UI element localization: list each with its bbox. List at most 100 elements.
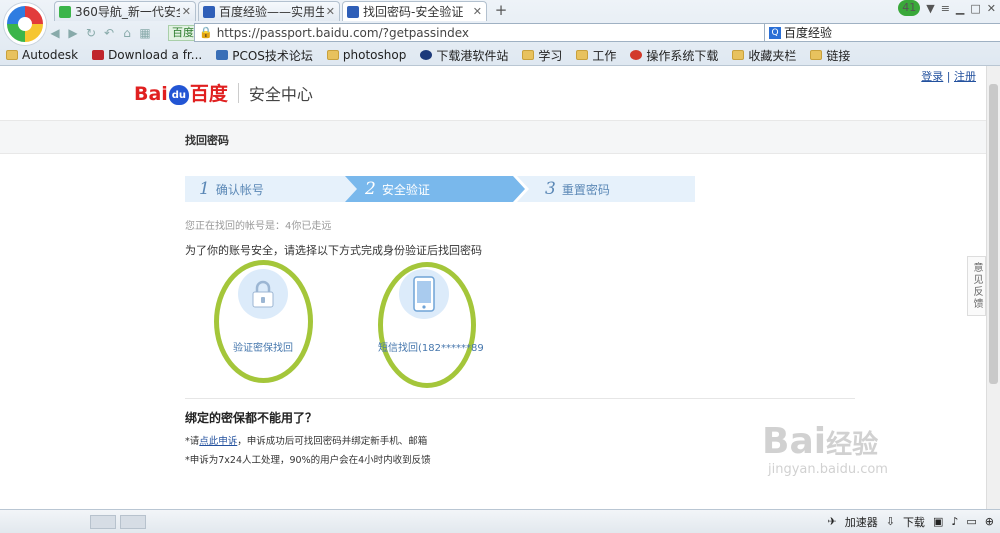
baidu-logo[interactable]: Bai du 百度 [134, 79, 228, 107]
search-box[interactable]: Q 百度经验 [764, 23, 1000, 42]
login-link[interactable]: 登录 [921, 70, 943, 83]
accelerator-button[interactable]: 加速器 [845, 514, 878, 530]
tab-find-password[interactable]: 找回密码-安全验证 ✕ [342, 1, 487, 21]
sound-icon[interactable]: ♪ [951, 515, 958, 528]
method-label[interactable]: 验证密保找回 [217, 339, 309, 354]
apps-icon[interactable]: ▦ [136, 26, 154, 40]
feedback-tab[interactable]: 意见反馈 [967, 256, 986, 316]
bookmark-links[interactable]: 链接 [810, 47, 850, 64]
window-icon[interactable]: ▭ [966, 515, 976, 528]
maximize-icon[interactable]: □ [970, 2, 980, 15]
refresh-icon[interactable]: ↻ [82, 26, 100, 40]
tab-favicon-icon [347, 5, 359, 18]
bookmark-label: photoshop [342, 48, 407, 62]
url-text[interactable]: https://passport.baidu.com/?getpassindex [217, 26, 758, 40]
bookmark-label: Autodesk [22, 48, 79, 62]
lock-icon: 🔒 [199, 26, 213, 39]
search-input[interactable]: 百度经验 [784, 24, 832, 41]
brand-divider [237, 83, 239, 103]
minimize-icon[interactable]: ▁ [956, 2, 964, 15]
bookmark-label: Download a fr... [108, 48, 203, 62]
step-reset-password: 3 重置密码 [517, 176, 695, 202]
tab-baidu-jingyan[interactable]: 百度经验——实用生活 ✕ [198, 1, 340, 21]
logo-text-baidu: 百度 [189, 83, 228, 105]
notification-badge[interactable]: 41 [898, 0, 921, 16]
adobe-icon [92, 50, 105, 60]
tab-close-icon[interactable]: ✕ [326, 5, 335, 18]
zoom-icon[interactable]: ⊕ [985, 515, 994, 528]
folder-icon [522, 50, 535, 60]
thumbnail[interactable] [120, 514, 146, 529]
bookmarks-bar: Autodesk Download a fr... PCOS技术论坛 photo… [0, 45, 1000, 65]
home-icon[interactable]: ⌂ [118, 26, 136, 40]
account-note: 您正在找回的帐号是：4你已走远 [185, 221, 332, 232]
instruction-text: 为了你的账号安全，请选择以下方式完成身份验证后找回密码 [185, 244, 482, 257]
scrollbar-thumb[interactable] [989, 84, 998, 384]
folder-icon [810, 50, 823, 60]
back-icon[interactable]: ◀ [46, 26, 64, 40]
vertical-scrollbar[interactable] [986, 66, 1000, 509]
bookmark-os-download[interactable]: 操作系统下载 [630, 47, 718, 64]
address-bar[interactable]: 🔒 https://passport.baidu.com/?getpassind… [194, 23, 804, 42]
tab-favicon-icon [203, 5, 215, 18]
security-center-title: 安全中心 [248, 85, 313, 104]
status-tools: ✈ 加速器 ⇩ 下载 ▣ ♪ ▭ ⊕ [828, 514, 995, 530]
skin-icon[interactable]: ▼ [926, 2, 934, 15]
lock-icon [238, 269, 288, 319]
tab-label: 找回密码-安全验证 [363, 5, 464, 19]
bookmark-label: 收藏夹栏 [748, 48, 797, 63]
step-number: 3 [545, 179, 556, 199]
section-divider [185, 398, 855, 399]
status-bar: ✈ 加速器 ⇩ 下载 ▣ ♪ ▭ ⊕ [0, 509, 1000, 533]
bookmark-label: 下载港软件站 [436, 48, 509, 63]
bookmark-pcos[interactable]: PCOS技术论坛 [216, 47, 313, 64]
folder-icon [576, 50, 589, 60]
close-icon[interactable]: ✕ [987, 2, 996, 15]
bookmark-study[interactable]: 学习 [522, 47, 562, 64]
new-tab-button[interactable]: + [489, 2, 513, 20]
bookmark-favorites[interactable]: 收藏夹栏 [732, 47, 796, 64]
bookmark-download[interactable]: Download a fr... [92, 48, 202, 62]
step-label: 安全验证 [381, 182, 430, 197]
bookmark-download-port[interactable]: 下载港软件站 [420, 47, 508, 64]
appeal-link[interactable]: 点此申诉 [199, 436, 237, 447]
browser-logo-icon[interactable] [4, 3, 46, 45]
tab-close-icon[interactable]: ✕ [473, 5, 482, 18]
appeal-prefix: *请 [185, 436, 200, 447]
browser-chrome: 360导航_新一代安全上 ✕ 百度经验——实用生活 ✕ 找回密码-安全验证 ✕ … [0, 0, 1000, 66]
bookmark-label: 操作系统下载 [646, 48, 719, 63]
download-button[interactable]: 下载 [903, 514, 925, 530]
method-label[interactable]: 短信找回(182******89 [378, 339, 484, 354]
tab-360-nav[interactable]: 360导航_新一代安全上 ✕ [54, 1, 196, 21]
bookmark-label: PCOS技术论坛 [232, 48, 313, 63]
bookmark-label: 学习 [538, 48, 563, 63]
pcos-icon [216, 50, 229, 60]
undo-close-icon[interactable]: ↶ [100, 26, 118, 40]
page-content: 登录 | 注册 Bai du 百度 安全中心 找回密码 1 确认帐号 2 安全验证 … [0, 66, 986, 509]
progress-steps: 1 确认帐号 2 安全验证 3 重置密码 [185, 176, 695, 202]
watermark: Bai经验 jingyan.baidu.com [762, 421, 962, 477]
tab-favicon-icon [59, 5, 71, 18]
navigation-bar: ◀ ▶ ↻ ↶ ⌂ ▦ 百度 证 🔒 https://passport.baid… [46, 22, 1000, 44]
step-number: 1 [199, 179, 210, 199]
folder-icon [732, 50, 745, 60]
appeal-line: *请点此申诉，申诉成功后可找回密码并绑定新手机、邮箱 [185, 433, 427, 447]
tab-close-icon[interactable]: ✕ [182, 5, 191, 18]
screenshot-icon[interactable]: ▣ [933, 515, 943, 528]
thumbnail[interactable] [90, 514, 116, 529]
window-controls: 41 ▼ ≡ ▁ □ ✕ [898, 0, 996, 16]
subheader-bar: 找回密码 [0, 120, 986, 154]
watermark-logo: Bai经验 [762, 421, 879, 462]
bookmark-work[interactable]: 工作 [576, 47, 616, 64]
download-icon: ⇩ [885, 515, 895, 528]
sms-verification-option[interactable]: 短信找回(182******89 [378, 269, 484, 354]
bookmark-photoshop[interactable]: photoshop [326, 48, 407, 62]
register-link[interactable]: 注册 [954, 70, 976, 83]
verify-security-question-option[interactable]: 验证密保找回 [217, 269, 309, 354]
forward-icon[interactable]: ▶ [64, 26, 82, 40]
step-security-verify: 2 安全验证 [345, 176, 525, 202]
step-label: 重置密码 [561, 182, 610, 197]
bookmark-autodesk[interactable]: Autodesk [6, 48, 78, 62]
menu-icon[interactable]: ≡ [941, 2, 950, 15]
search-engine-icon[interactable]: Q [769, 26, 781, 39]
